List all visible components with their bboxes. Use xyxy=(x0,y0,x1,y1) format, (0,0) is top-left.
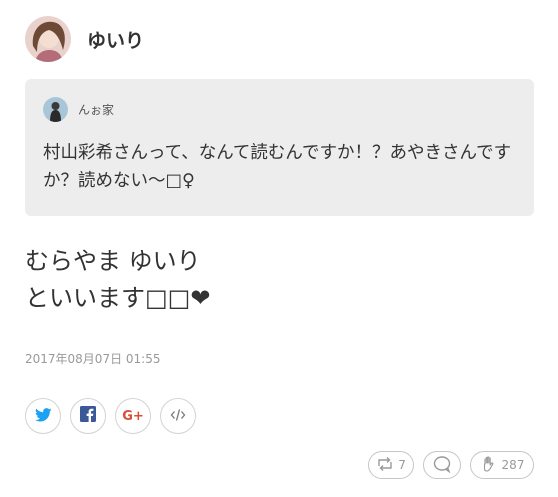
post-header: ゆいり xyxy=(25,16,144,62)
post-actions: 7 287 xyxy=(359,451,534,479)
twitter-icon xyxy=(34,407,52,426)
retweet-button[interactable]: 7 xyxy=(368,451,414,479)
retweet-icon xyxy=(376,456,394,475)
post-timestamp: 2017年08月07日 01:55 xyxy=(25,352,161,366)
google-plus-icon: G+ xyxy=(122,408,144,424)
facebook-icon xyxy=(80,406,96,426)
share-buttons: G+ xyxy=(25,398,205,434)
quoted-author: んぉ家 xyxy=(43,97,114,122)
author-avatar[interactable] xyxy=(25,16,71,62)
retweet-count: 7 xyxy=(398,458,406,472)
reply-button[interactable] xyxy=(423,451,461,479)
quoted-author-name[interactable]: んぉ家 xyxy=(78,101,114,118)
quoted-message: んぉ家 村山彩希さんって、なんて読むんですか！？あやきさんですか？読めない〜□♀ xyxy=(25,79,534,216)
like-count: 287 xyxy=(501,458,525,472)
like-button[interactable]: 287 xyxy=(470,451,534,479)
embed-code-icon xyxy=(170,407,186,426)
post-body: むらやま ゆいり といいます□□❤ xyxy=(25,243,210,317)
share-twitter-button[interactable] xyxy=(25,398,61,434)
share-embed-button[interactable] xyxy=(160,398,196,434)
speech-bubble-icon xyxy=(432,455,452,476)
share-google-plus-button[interactable]: G+ xyxy=(115,398,151,434)
post-body-line: といいます□□❤ xyxy=(25,284,211,312)
author-name[interactable]: ゆいり xyxy=(87,26,144,53)
quoted-text: 村山彩希さんって、なんて読むんですか！？あやきさんですか？読めない〜□♀ xyxy=(43,143,512,191)
quoted-author-avatar[interactable] xyxy=(43,97,68,122)
share-facebook-button[interactable] xyxy=(70,398,106,434)
post-body-line: むらやま ゆいり xyxy=(25,247,201,275)
clap-hand-icon xyxy=(480,455,498,476)
